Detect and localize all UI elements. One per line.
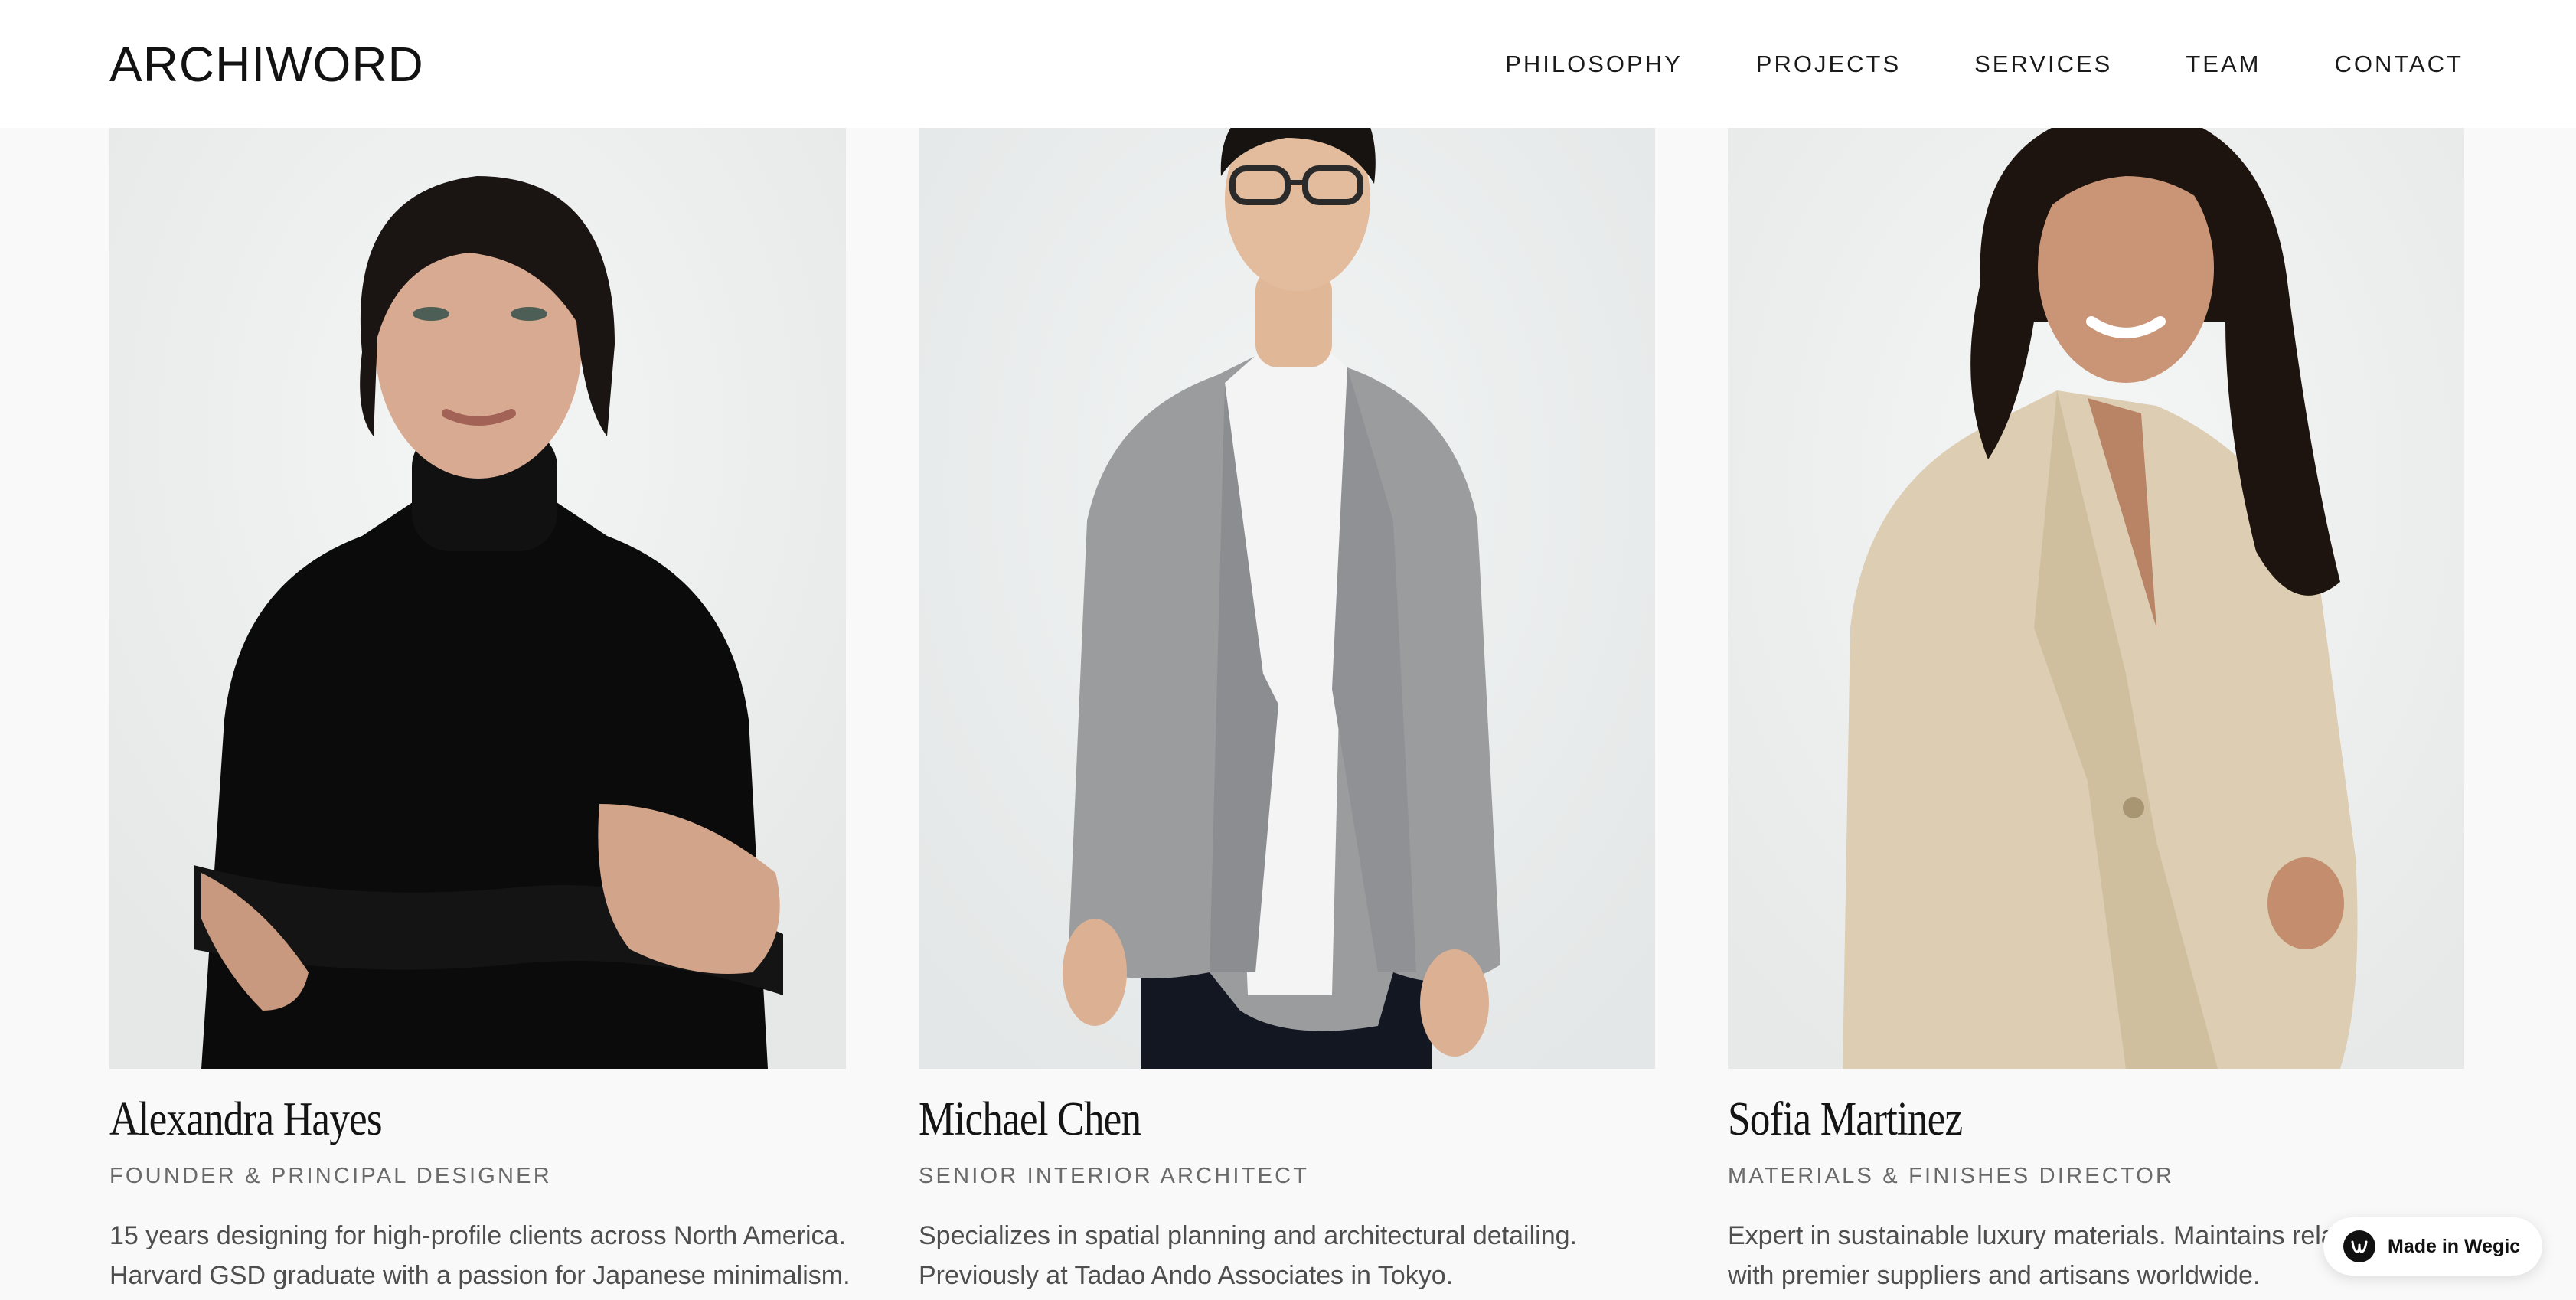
team-grid: Alexandra Hayes FOUNDER & PRINCIPAL DESI… (109, 0, 2464, 1300)
site-header: ARCHIWORD PHILOSOPHY PROJECTS SERVICES T… (0, 0, 2576, 128)
team-card-michael-chen: Michael Chen SENIOR INTERIOR ARCHITECT S… (919, 0, 1655, 1300)
bio-line: Specializes in spatial planning and arch… (919, 1221, 1577, 1250)
bio-line: Previously at Tadao Ando Associates in T… (919, 1261, 1454, 1290)
member-role: SENIOR INTERIOR ARCHITECT (919, 1164, 1310, 1188)
nav-services[interactable]: SERVICES (1974, 51, 2112, 78)
member-role: FOUNDER & PRINCIPAL DESIGNER (109, 1164, 552, 1188)
member-bio: Specializes in spatial planning and arch… (919, 1216, 1669, 1295)
portrait-photo (919, 92, 1655, 1069)
nav-projects[interactable]: PROJECTS (1756, 51, 1901, 78)
member-bio: 15 years designing for high-profile clie… (109, 1216, 860, 1295)
nav-contact[interactable]: CONTACT (2334, 51, 2463, 78)
site-logo[interactable]: ARCHIWORD (109, 35, 424, 93)
main-nav: PHILOSOPHY PROJECTS SERVICES TEAM CONTAC… (1505, 51, 2463, 78)
member-name: Alexandra Hayes (109, 1093, 383, 1145)
portrait-photo (1728, 92, 2464, 1069)
badge-label: Made in Wegic (2388, 1235, 2521, 1257)
member-name: Michael Chen (919, 1093, 1141, 1145)
member-name: Sofia Martinez (1728, 1093, 1963, 1145)
team-card-sofia-martinez: Sofia Martinez MATERIALS & FINISHES DIRE… (1728, 0, 2464, 1300)
made-in-wegic-badge[interactable]: Made in Wegic (2323, 1217, 2542, 1276)
nav-philosophy[interactable]: PHILOSOPHY (1505, 51, 1683, 78)
portrait-photo-black-turtleneck-icon (109, 92, 846, 1069)
portrait-photo (109, 92, 846, 1069)
wegic-logo-icon (2343, 1230, 2375, 1262)
portrait-photo-linen-blazer-icon (1728, 92, 2464, 1069)
nav-team[interactable]: TEAM (2186, 51, 2261, 78)
bio-line: Harvard GSD graduate with a passion for … (109, 1261, 851, 1290)
member-role: MATERIALS & FINISHES DIRECTOR (1728, 1164, 2175, 1188)
team-card-alexandra-hayes: Alexandra Hayes FOUNDER & PRINCIPAL DESI… (109, 0, 851, 1300)
bio-line: 15 years designing for high-profile clie… (109, 1221, 846, 1250)
portrait-photo-grey-blazer-icon (919, 92, 1655, 1069)
